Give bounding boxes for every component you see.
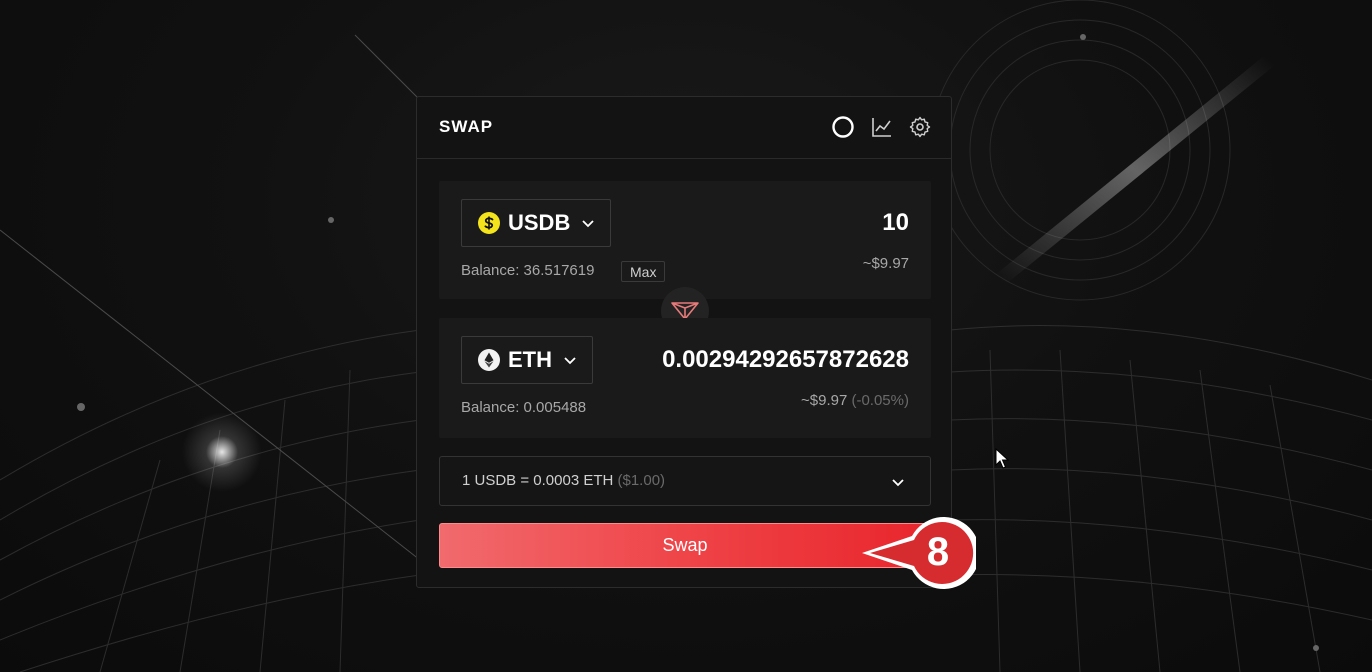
to-balance: Balance: 0.005488 [461, 399, 587, 416]
eth-icon [478, 349, 500, 371]
page-background: SWAP USDB Balance: 36.517619 Max 10 ~$9.… [0, 0, 1372, 672]
chart-icon[interactable] [870, 115, 894, 139]
exchange-rate-text: 1 USDB = 0.0003 ETH [462, 472, 614, 489]
usdb-icon [478, 212, 500, 234]
from-amount-input[interactable]: 10 [882, 209, 909, 237]
to-usd-change: (-0.05%) [851, 392, 909, 409]
from-token-symbol: USDB [508, 210, 571, 235]
to-panel: ETH Balance: 0.005488 0.0029429265787262… [439, 318, 931, 438]
exchange-rate: 1 USDB = 0.0003 ETH ($1.00) [462, 472, 665, 489]
exchange-rate-usd: ($1.00) [617, 472, 666, 489]
max-button[interactable]: Max [621, 261, 666, 282]
to-usd-value: ~$9.97 (-0.05%) [801, 392, 909, 409]
chevron-down-icon [892, 479, 904, 487]
from-panel: USDB Balance: 36.517619 Max 10 ~$9.97 [439, 181, 931, 299]
circle-icon[interactable] [831, 115, 855, 139]
to-token-symbol: ETH [508, 347, 552, 372]
swap-card: SWAP USDB Balance: 36.517619 Max 10 ~$9.… [416, 96, 952, 588]
from-usd-value: ~$9.97 [862, 255, 909, 272]
step-marker-number: 8 [926, 529, 950, 574]
rate-details-toggle[interactable]: 1 USDB = 0.0003 ETH ($1.00) [439, 456, 931, 506]
to-usd-amount: ~$9.97 [801, 392, 848, 409]
card-title: SWAP [439, 117, 494, 136]
chevron-down-icon [564, 357, 576, 365]
gear-icon[interactable] [908, 115, 932, 139]
from-balance: Balance: 36.517619 [461, 262, 595, 279]
to-amount-output: 0.00294292657872628 [662, 346, 909, 373]
card-header: SWAP [417, 97, 951, 159]
mouse-cursor-icon [995, 448, 1009, 469]
swap-button[interactable]: Swap [439, 523, 931, 568]
from-token-selector[interactable]: USDB [461, 199, 612, 247]
to-token-selector[interactable]: ETH [461, 336, 593, 384]
chevron-down-icon [582, 220, 594, 228]
